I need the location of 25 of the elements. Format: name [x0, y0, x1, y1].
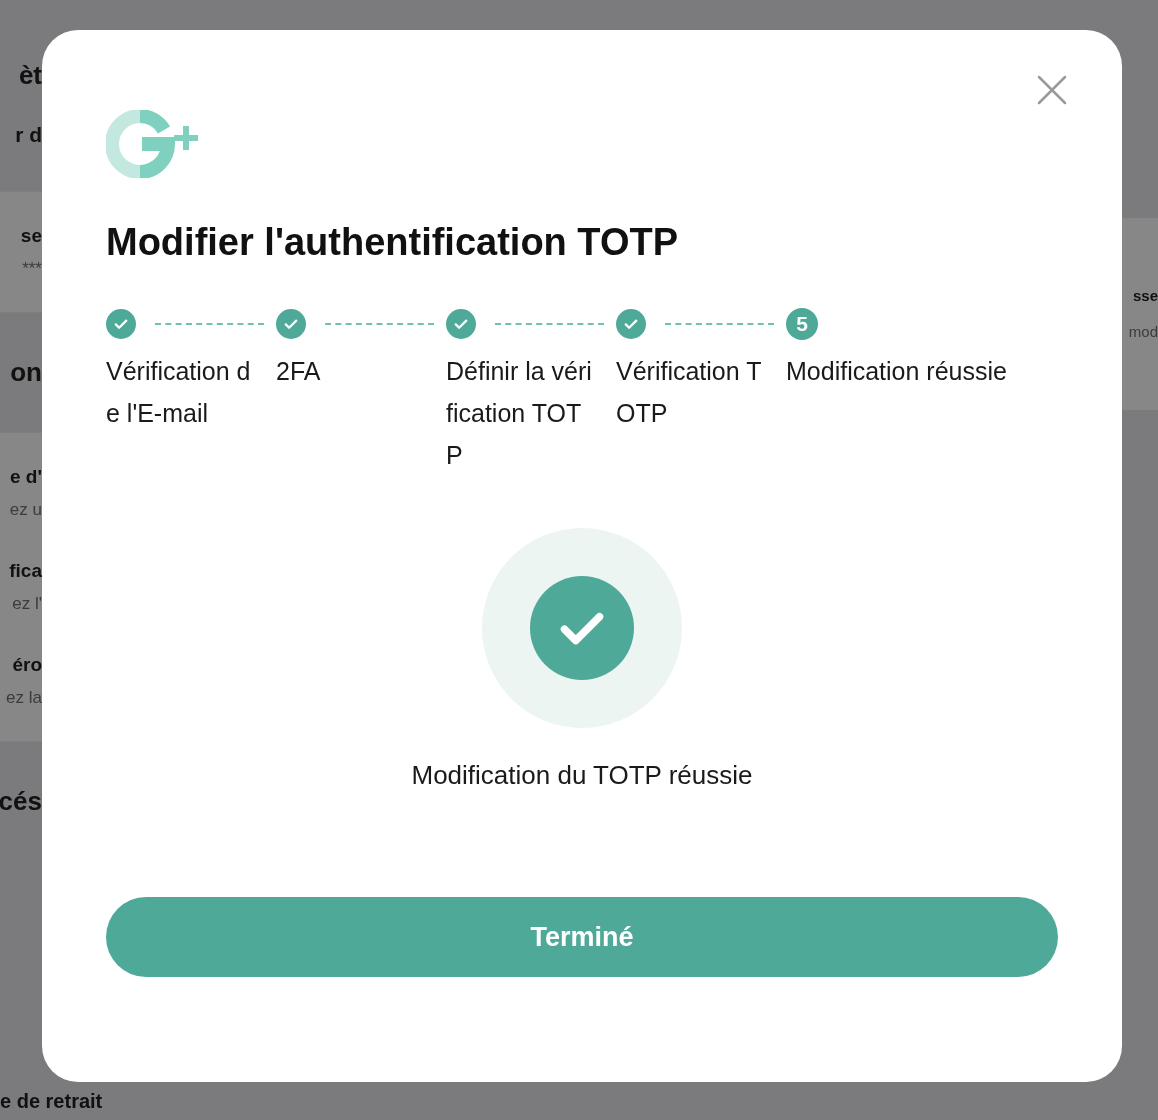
setting-title: se	[20, 223, 42, 248]
step-label: 2FA	[276, 356, 322, 387]
setting-title: èt	[18, 59, 42, 92]
setting-title: fica	[9, 558, 42, 583]
step-label: Vérification de l'E-mail	[106, 356, 252, 429]
success-message: Modification du TOTP réussie	[411, 759, 753, 792]
setting-description: ***	[22, 258, 42, 280]
setting-title: r d	[15, 122, 42, 148]
step-label: Vérification TOTP	[616, 356, 763, 429]
setting-title: e d'	[10, 464, 42, 489]
setting-title: e de retrait	[0, 1089, 103, 1114]
setting-description: ez l'	[12, 593, 42, 615]
setting-title: sse	[1132, 285, 1158, 306]
setting-description: ez u	[9, 499, 42, 521]
setting-title: cés	[0, 784, 42, 818]
setting-description: ez la	[6, 687, 42, 709]
done-button[interactable]: Terminé	[106, 897, 1058, 977]
step-label: Définir la vérification TOTP	[446, 356, 593, 471]
setting-title: on	[10, 355, 42, 389]
setting-title: éro	[12, 652, 42, 677]
step-number: 5	[786, 308, 818, 340]
dialog-title: Modifier l'authentification TOTP	[106, 220, 679, 265]
close-icon	[1037, 75, 1067, 105]
step-label: Modification réussie	[786, 356, 1007, 387]
setting-description: mod	[1128, 322, 1158, 342]
